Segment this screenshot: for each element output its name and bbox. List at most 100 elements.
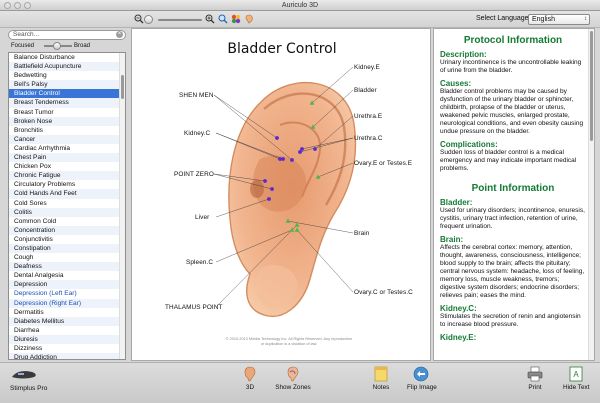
info-panel: Protocol Information Description: Urinary… [433,28,595,361]
condition-list-item[interactable]: Dental Analgesia [9,271,125,280]
info-section-heading: Kidney.E: [440,333,477,342]
info-section-text: Sudden loss of bladder control is a medi… [440,149,577,172]
condition-list-item[interactable]: Bedwetting [9,71,125,80]
condition-list-item[interactable]: Common Cold [9,217,125,226]
focus-slider-knob[interactable] [53,42,61,50]
print-label: Print [528,384,542,391]
stimplus-label: Stimplus Pro [10,385,48,392]
focused-label: Focused [11,43,35,49]
hide-text-label: Hide Text [563,384,590,391]
language-select-value: English [532,16,555,23]
info-section-heading: Complications: [440,140,498,149]
condition-list-item[interactable]: Cancer [9,134,125,144]
ear-zones-icon [287,366,299,382]
condition-list-item[interactable]: Broken Nose [9,116,125,126]
search-placeholder: Search... [13,31,40,38]
ear-zones-icon[interactable] [244,14,254,24]
print-button[interactable]: Print [527,366,543,391]
hide-text-icon: A [569,366,583,382]
condition-list-item[interactable]: Circulatory Problems [9,180,125,189]
condition-list-item[interactable]: Chicken Pox [9,162,125,171]
close-window-button[interactable] [4,2,11,9]
condition-list-item[interactable]: Cold Sores [9,199,125,208]
zoom-in-icon[interactable] [205,14,215,24]
condition-list-item[interactable]: Diarrhea [9,326,125,335]
point-label-liver: Liver [195,214,210,221]
condition-list-item[interactable]: Diuresis [9,334,125,344]
window-title: Auriculo 3D [281,2,319,9]
diagram-title: Bladder Control [227,41,337,57]
point-info-title: Point Information [471,183,555,194]
point-label-urethra-e: Urethra.E [354,113,383,120]
info-section-text: Used for urinary disorders; incontinence… [440,207,585,230]
liver-point[interactable] [267,197,271,201]
minimize-window-button[interactable] [14,2,21,9]
condition-list-item[interactable]: Breast Tenderness [9,98,125,108]
condition-list-item[interactable]: Balance Disturbance [9,53,125,62]
ear-illustration [213,66,357,317]
zoom-slider-knob[interactable] [144,15,153,24]
notes-button[interactable]: Notes [370,366,392,391]
flip-icon [413,366,429,382]
condition-list-item[interactable]: Battlefield Acupuncture [9,62,125,72]
condition-list-item[interactable]: Conjunctivitis [9,235,125,244]
flip-image-label: Flip Image [407,384,437,391]
info-section-text: Affects the cerebral cortex: memory, att… [440,244,585,299]
condition-list-scrollbar[interactable] [119,53,125,359]
zoom-window-button[interactable] [24,2,31,9]
flip-image-button[interactable]: Flip Image [407,366,437,391]
condition-list-item[interactable]: Bladder Control [9,89,125,99]
condition-list-item[interactable]: Bell's Palsy [9,80,125,90]
condition-list[interactable]: Balance Disturbance Battlefield Acupunctu… [8,52,126,360]
condition-list-item[interactable]: Breast Tumor [9,108,125,117]
condition-list-item[interactable]: Cardiac Arrhythmia [9,144,125,153]
condition-list-item[interactable]: Depression (Right Ear) [9,298,125,308]
condition-list-item[interactable]: Cold Hands And Feet [9,189,125,199]
3d-button[interactable]: 3D [240,366,260,391]
search-input[interactable]: Search... × [8,30,126,40]
info-panel-scrollbar[interactable] [588,29,594,360]
info-section-heading: Bladder: [440,198,473,207]
point-label-shen-men: SHEN MEN [179,92,214,99]
zoom-slider-track[interactable] [158,19,202,21]
zoom-out-icon[interactable] [134,14,144,24]
info-section-heading: Kidney.C: [440,304,477,313]
find-icon[interactable] [218,14,228,24]
condition-list-item[interactable]: Deafness [9,262,125,272]
condition-list-item[interactable]: Dizziness [9,344,125,353]
condition-list-item[interactable]: Depression (Left Ear) [9,289,125,298]
protocol-info-title: Protocol Information [463,35,563,46]
condition-list-item[interactable]: Drug Addiction [9,353,125,359]
color-palette-icon[interactable] [231,14,241,24]
shen-men-point[interactable] [275,136,279,140]
shen-men-point-2[interactable] [290,158,294,162]
condition-list-item[interactable]: Cough [9,253,125,262]
printer-icon [527,366,543,382]
stimplus-device-icon [12,371,36,379]
condition-list-item[interactable]: Bronchitis [9,126,125,135]
condition-list-item[interactable]: Dermatitis [9,308,125,317]
condition-list-item[interactable]: Concentration [9,225,125,235]
scrollbar-thumb[interactable] [590,31,593,141]
urethra-e-point[interactable] [313,147,317,151]
chevron-updown-icon: ↕ [584,16,587,22]
stimplus-pro-button[interactable]: Stimplus Pro [10,367,47,392]
condition-list-item[interactable]: Diabetes Mellitus [9,316,125,326]
urethra-c-point-2[interactable] [298,150,302,154]
hide-text-button[interactable]: A Hide Text [563,366,590,391]
point-label-point-zero: POINT ZERO [174,171,214,178]
clear-search-icon[interactable]: × [116,31,123,38]
notes-icon [374,366,388,382]
language-select[interactable]: English ↕ [528,14,590,25]
point-zero-point-2[interactable] [270,187,274,191]
kidney-c-point-2[interactable] [281,157,285,161]
condition-list-item[interactable]: Colitis [9,207,125,217]
show-zones-button[interactable]: Show Zones [275,366,311,391]
condition-list-item[interactable]: Chronic Fatigue [9,171,125,181]
condition-list-item[interactable]: Constipation [9,243,125,254]
condition-list-item[interactable]: Depression [9,280,125,290]
condition-list-item[interactable]: Chest Pain [9,153,125,163]
point-zero-point[interactable] [263,179,267,183]
info-section-heading: Description: [440,50,487,59]
scrollbar-thumb[interactable] [121,75,124,99]
